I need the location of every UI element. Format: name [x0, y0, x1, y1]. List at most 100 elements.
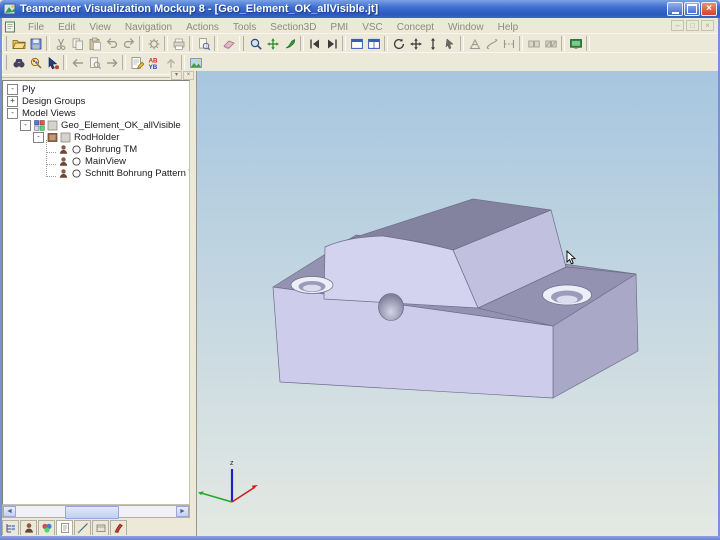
menu-item-window[interactable]: Window — [441, 22, 491, 33]
view-icon[interactable] — [58, 156, 69, 167]
measure-align-button[interactable] — [500, 35, 517, 52]
up-arrow-button[interactable] — [162, 54, 179, 71]
ab-yb-button[interactable]: AB YB — [145, 54, 162, 71]
rotate-button[interactable] — [390, 35, 407, 52]
model-tree[interactable]: - Ply + Design Groups - Model Views - Geo_Eleme… — [2, 80, 190, 505]
menu-item-vsc[interactable]: VSC — [355, 22, 390, 33]
back-button[interactable] — [69, 54, 86, 71]
mdi-minimize-button[interactable]: – — [671, 20, 684, 31]
toolbar-drag-handle[interactable] — [2, 36, 7, 51]
titlebar[interactable]: Teamcenter Visualization Mockup 8 - [Geo… — [0, 0, 720, 18]
maximize-button[interactable] — [684, 2, 700, 16]
menu-item-navigation[interactable]: Navigation — [118, 22, 179, 33]
tree-item-rodholder[interactable]: - RodHolder — [3, 131, 189, 143]
magnifier-color-button[interactable] — [27, 54, 44, 71]
tab-user-button[interactable] — [20, 520, 37, 535]
close-button[interactable]: × — [701, 2, 717, 16]
tree-item-model-views[interactable]: - Model Views — [3, 107, 189, 119]
checkbox-icon[interactable] — [60, 132, 71, 143]
forward-button[interactable] — [103, 54, 120, 71]
window-blue-button[interactable] — [348, 35, 365, 52]
measure-curve-button[interactable] — [483, 35, 500, 52]
view-icon[interactable] — [58, 168, 69, 179]
scroll-right-button[interactable]: ► — [176, 506, 189, 517]
tree-toggle-model-views[interactable]: - — [7, 107, 18, 119]
tree-toggle-design-groups[interactable]: + — [7, 95, 18, 107]
image-view-button[interactable] — [187, 54, 204, 71]
radio-icon[interactable] — [71, 144, 82, 155]
undo-button[interactable] — [103, 35, 120, 52]
tab-markup-button[interactable] — [110, 520, 127, 535]
last-button[interactable] — [323, 35, 340, 52]
binoculars-button[interactable] — [10, 54, 27, 71]
eraser-button[interactable] — [220, 35, 237, 52]
scrollbar-thumb[interactable] — [65, 506, 119, 519]
menu-item-section3d[interactable]: Section3D — [263, 22, 323, 33]
toolbar-drag-handle[interactable] — [239, 36, 244, 51]
tab-line-button[interactable] — [74, 520, 91, 535]
toolbar-drag-handle[interactable] — [2, 55, 7, 70]
menu-item-edit[interactable]: Edit — [51, 22, 82, 33]
views-icon[interactable] — [34, 119, 45, 131]
save-button[interactable] — [27, 35, 44, 52]
measure-angle-button[interactable] — [466, 35, 483, 52]
radio-icon[interactable] — [71, 168, 82, 179]
tab-colors-button[interactable] — [38, 520, 55, 535]
page-zoom-button[interactable] — [195, 35, 212, 52]
gear-button[interactable] — [145, 35, 162, 52]
mdi-close-button[interactable]: × — [701, 20, 714, 31]
panel-menu-button[interactable]: ▾ — [171, 71, 182, 80]
cut-button[interactable] — [52, 35, 69, 52]
copy-button[interactable] — [69, 35, 86, 52]
pan-button[interactable] — [407, 35, 424, 52]
menu-item-view[interactable]: View — [82, 22, 118, 33]
radio-icon[interactable] — [71, 156, 82, 167]
panel-drag-handle[interactable] — [2, 74, 170, 78]
tree-horizontal-scrollbar[interactable]: ◄ ► — [2, 505, 190, 519]
tree-item-schnitt-bohrung[interactable]: Schnitt Bohrung Pattern TM — [3, 164, 189, 179]
window-border-bottom[interactable] — [0, 536, 720, 540]
tree-toggle-geo-element[interactable]: - — [20, 119, 31, 131]
minimize-button[interactable] — [667, 2, 683, 16]
note-edit-button[interactable] — [128, 54, 145, 71]
tree-item-ply[interactable]: - Ply — [3, 83, 189, 95]
walk-button[interactable] — [264, 35, 281, 52]
checkbox-icon[interactable] — [47, 120, 58, 131]
compare2-button[interactable] — [542, 35, 559, 52]
tree-item-design-groups[interactable]: + Design Groups — [3, 95, 189, 107]
tab-box-button[interactable] — [92, 520, 109, 535]
scroll-left-button[interactable]: ◄ — [3, 506, 16, 517]
panel-close-button[interactable]: × — [183, 71, 194, 80]
print-button[interactable] — [170, 35, 187, 52]
compare-button[interactable] — [525, 35, 542, 52]
tree-toggle-rodholder[interactable]: - — [33, 131, 44, 143]
tree-item-mainview[interactable]: MainView — [3, 152, 189, 167]
tree-toggle-ply[interactable]: - — [7, 83, 18, 95]
menu-item-actions[interactable]: Actions — [179, 22, 226, 33]
redo-button[interactable] — [120, 35, 137, 52]
mdi-restore-button[interactable]: □ — [686, 20, 699, 31]
menu-item-concept[interactable]: Concept — [390, 22, 441, 33]
window-blue2-button[interactable] — [365, 35, 382, 52]
pointer-dark-button[interactable] — [44, 54, 61, 71]
zoom-axis-button[interactable] — [424, 35, 441, 52]
fly-button[interactable] — [281, 35, 298, 52]
tree-item-bohrung-tm[interactable]: Bohrung TM — [3, 140, 189, 155]
menu-item-help[interactable]: Help — [491, 22, 526, 33]
tab-page-button[interactable] — [56, 520, 73, 535]
menu-item-tools[interactable]: Tools — [226, 22, 263, 33]
open-folder-button[interactable] — [10, 35, 27, 52]
screen-green-button[interactable] — [567, 35, 584, 52]
view-icon[interactable] — [58, 144, 69, 155]
viewport-3d[interactable]: z — [196, 71, 719, 536]
toolbar-separator — [122, 55, 126, 70]
menu-item-pmi[interactable]: PMI — [323, 22, 355, 33]
select-arrow-button[interactable] — [441, 35, 458, 52]
tab-tree-button[interactable] — [2, 520, 19, 535]
paste-button[interactable] — [86, 35, 103, 52]
first-button[interactable] — [306, 35, 323, 52]
tree-item-geo-element[interactable]: - Geo_Element_OK_allVisible — [3, 119, 189, 131]
menu-item-file[interactable]: File — [21, 22, 51, 33]
magnifier-button[interactable] — [247, 35, 264, 52]
find-page-button[interactable] — [86, 54, 103, 71]
